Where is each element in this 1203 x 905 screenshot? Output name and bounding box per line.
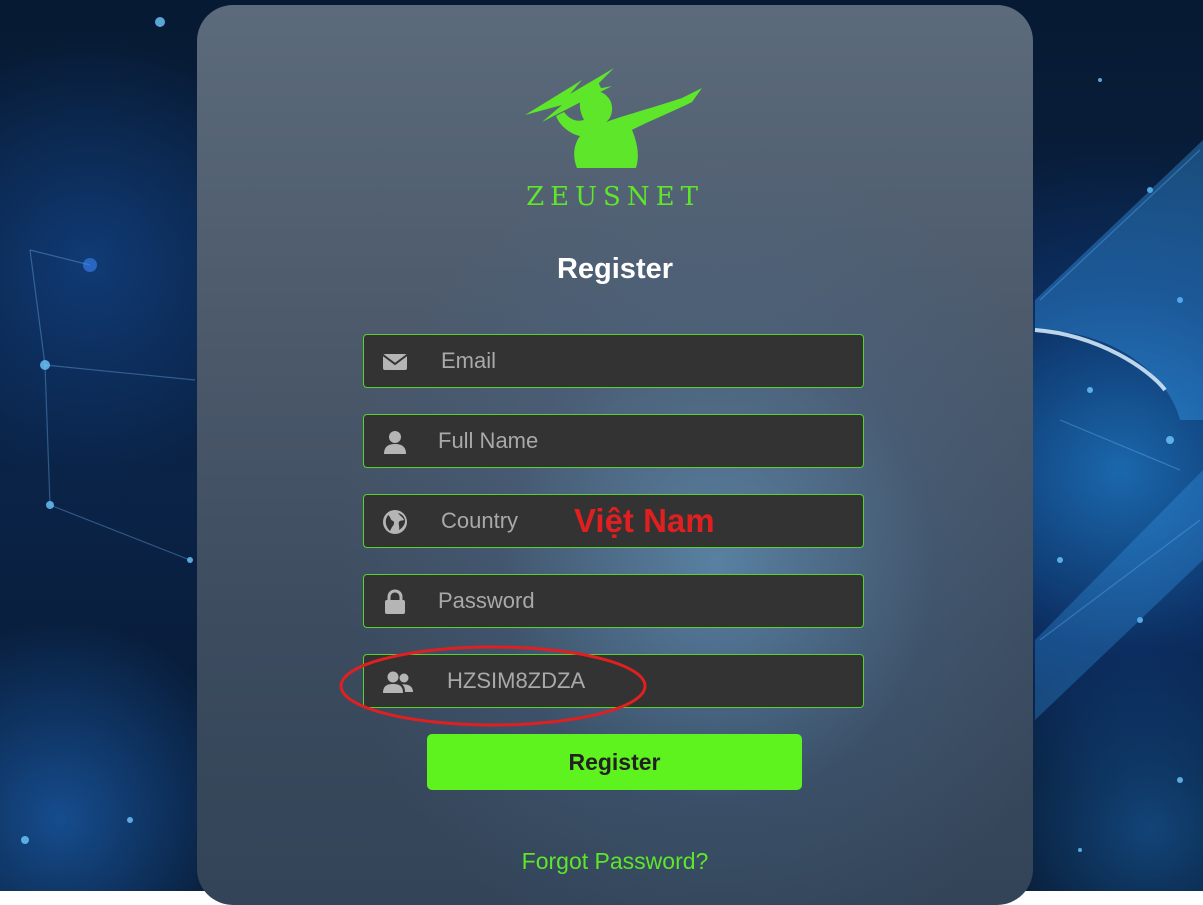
country-annotation: Việt Nam [574, 502, 715, 539]
zeus-logo [525, 68, 702, 168]
register-button[interactable]: Register [427, 734, 802, 790]
forgot-password-link[interactable]: Forgot Password? [197, 848, 1033, 875]
highlight-ellipse [339, 645, 647, 727]
lock-icon [382, 589, 408, 615]
brand-name: ZEUSNET [526, 182, 704, 212]
globe-icon [382, 509, 408, 535]
page-title: Register [556, 253, 674, 285]
email-placeholder: Email [441, 348, 497, 373]
password-placeholder: Password [438, 588, 535, 613]
full-name-placeholder: Full Name [438, 428, 539, 453]
email-field[interactable]: Email [363, 334, 864, 388]
country-field[interactable]: Country Việt Nam [363, 494, 864, 548]
country-placeholder: Country [441, 508, 519, 533]
full-name-field[interactable]: Full Name [363, 414, 864, 468]
password-field[interactable]: Password [363, 574, 864, 628]
user-icon [382, 429, 408, 455]
register-card: ZEUSNET Register Email Full Name Country… [197, 5, 1033, 905]
envelope-icon [382, 349, 408, 375]
